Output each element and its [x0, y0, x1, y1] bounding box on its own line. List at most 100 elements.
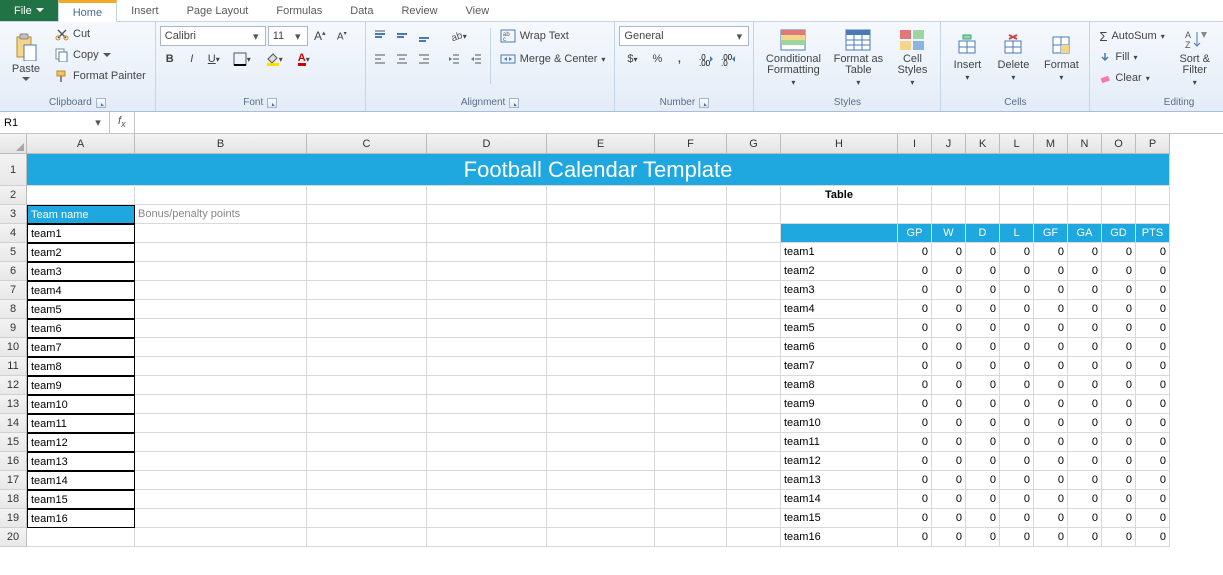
title-banner-cell[interactable]: Football Calendar Template	[27, 154, 1170, 186]
paste-button[interactable]: Paste	[4, 24, 48, 90]
cell-O11[interactable]: 0	[1102, 357, 1136, 376]
cell-E9[interactable]	[547, 319, 655, 338]
cell-J8[interactable]: 0	[932, 300, 966, 319]
cell-O3[interactable]	[1102, 205, 1136, 224]
cell-P17[interactable]: 0	[1136, 471, 1170, 490]
cell-K17[interactable]: 0	[966, 471, 1000, 490]
delete-cells-button[interactable]: Delete▾	[991, 24, 1035, 90]
cut-button[interactable]: Cut	[50, 24, 151, 44]
cell-K19[interactable]: 0	[966, 509, 1000, 528]
cell-C9[interactable]	[307, 319, 427, 338]
cell-I12[interactable]: 0	[898, 376, 932, 395]
column-header-E[interactable]: E	[547, 134, 655, 154]
cell-A19[interactable]: team16	[27, 509, 135, 528]
cell-H18[interactable]: team14	[781, 490, 898, 509]
merge-center-button[interactable]: Merge & Center ▾	[495, 49, 611, 69]
cell-E17[interactable]	[547, 471, 655, 490]
cell-H19[interactable]: team15	[781, 509, 898, 528]
cell-A5[interactable]: team2	[27, 243, 135, 262]
cell-F4[interactable]	[655, 224, 727, 243]
alignment-dialog-launcher[interactable]	[509, 98, 519, 108]
cell-M4[interactable]: GF	[1034, 224, 1068, 243]
tab-review[interactable]: Review	[387, 0, 451, 21]
clipboard-dialog-launcher[interactable]	[96, 98, 106, 108]
cell-P6[interactable]: 0	[1136, 262, 1170, 281]
cell-K13[interactable]: 0	[966, 395, 1000, 414]
cell-N10[interactable]: 0	[1068, 338, 1102, 357]
row-header-10[interactable]: 10	[0, 338, 27, 357]
cell-E8[interactable]	[547, 300, 655, 319]
cell-G17[interactable]	[727, 471, 781, 490]
cell-G19[interactable]	[727, 509, 781, 528]
fill-button[interactable]: Fill▾	[1094, 47, 1169, 67]
cell-M2[interactable]	[1034, 186, 1068, 205]
cell-P2[interactable]	[1136, 186, 1170, 205]
cell-F19[interactable]	[655, 509, 727, 528]
font-name-combo[interactable]: Calibri▾	[160, 26, 266, 46]
row-header-9[interactable]: 9	[0, 319, 27, 338]
cell-L16[interactable]: 0	[1000, 452, 1034, 471]
cell-O17[interactable]: 0	[1102, 471, 1136, 490]
cell-D18[interactable]	[427, 490, 547, 509]
cell-N6[interactable]: 0	[1068, 262, 1102, 281]
row-header-2[interactable]: 2	[0, 186, 27, 205]
cell-P14[interactable]: 0	[1136, 414, 1170, 433]
cell-P18[interactable]: 0	[1136, 490, 1170, 509]
cell-C6[interactable]	[307, 262, 427, 281]
cell-P16[interactable]: 0	[1136, 452, 1170, 471]
row-header-15[interactable]: 15	[0, 433, 27, 452]
cell-H4[interactable]	[781, 224, 898, 243]
name-box-input[interactable]	[0, 117, 90, 129]
cell-B9[interactable]	[135, 319, 307, 338]
cell-J12[interactable]: 0	[932, 376, 966, 395]
cell-G12[interactable]	[727, 376, 781, 395]
cell-N13[interactable]: 0	[1068, 395, 1102, 414]
cell-C20[interactable]	[307, 528, 427, 547]
cell-P12[interactable]: 0	[1136, 376, 1170, 395]
cell-P9[interactable]: 0	[1136, 319, 1170, 338]
column-header-A[interactable]: A	[27, 134, 135, 154]
cell-M17[interactable]: 0	[1034, 471, 1068, 490]
cell-J16[interactable]: 0	[932, 452, 966, 471]
cell-O19[interactable]: 0	[1102, 509, 1136, 528]
cell-A17[interactable]: team14	[27, 471, 135, 490]
column-header-D[interactable]: D	[427, 134, 547, 154]
cell-K11[interactable]: 0	[966, 357, 1000, 376]
cell-J13[interactable]: 0	[932, 395, 966, 414]
cell-N12[interactable]: 0	[1068, 376, 1102, 395]
cell-N14[interactable]: 0	[1068, 414, 1102, 433]
cell-K7[interactable]: 0	[966, 281, 1000, 300]
cell-C14[interactable]	[307, 414, 427, 433]
cell-O4[interactable]: GD	[1102, 224, 1136, 243]
cell-E12[interactable]	[547, 376, 655, 395]
cell-M15[interactable]: 0	[1034, 433, 1068, 452]
cell-A2[interactable]	[27, 186, 135, 205]
cell-F8[interactable]	[655, 300, 727, 319]
tab-formulas[interactable]: Formulas	[262, 0, 336, 21]
cell-J19[interactable]: 0	[932, 509, 966, 528]
row-header-4[interactable]: 4	[0, 224, 27, 243]
cell-M11[interactable]: 0	[1034, 357, 1068, 376]
sort-filter-button[interactable]: AZ Sort & Filter▾	[1172, 24, 1218, 90]
cell-C10[interactable]	[307, 338, 427, 357]
cell-E20[interactable]	[547, 528, 655, 547]
cell-L19[interactable]: 0	[1000, 509, 1034, 528]
align-middle-button[interactable]	[392, 26, 412, 46]
cell-D19[interactable]	[427, 509, 547, 528]
font-color-button[interactable]: A▾	[290, 49, 318, 69]
cell-F17[interactable]	[655, 471, 727, 490]
cell-E16[interactable]	[547, 452, 655, 471]
cell-B17[interactable]	[135, 471, 307, 490]
cell-L10[interactable]: 0	[1000, 338, 1034, 357]
column-header-K[interactable]: K	[966, 134, 1000, 154]
cell-B2[interactable]	[135, 186, 307, 205]
align-center-button[interactable]	[392, 49, 412, 69]
cell-D6[interactable]	[427, 262, 547, 281]
cell-P3[interactable]	[1136, 205, 1170, 224]
cell-D4[interactable]	[427, 224, 547, 243]
cell-I4[interactable]: GP	[898, 224, 932, 243]
bold-button[interactable]: B	[160, 49, 180, 69]
cell-C16[interactable]	[307, 452, 427, 471]
cell-I9[interactable]: 0	[898, 319, 932, 338]
cell-N17[interactable]: 0	[1068, 471, 1102, 490]
